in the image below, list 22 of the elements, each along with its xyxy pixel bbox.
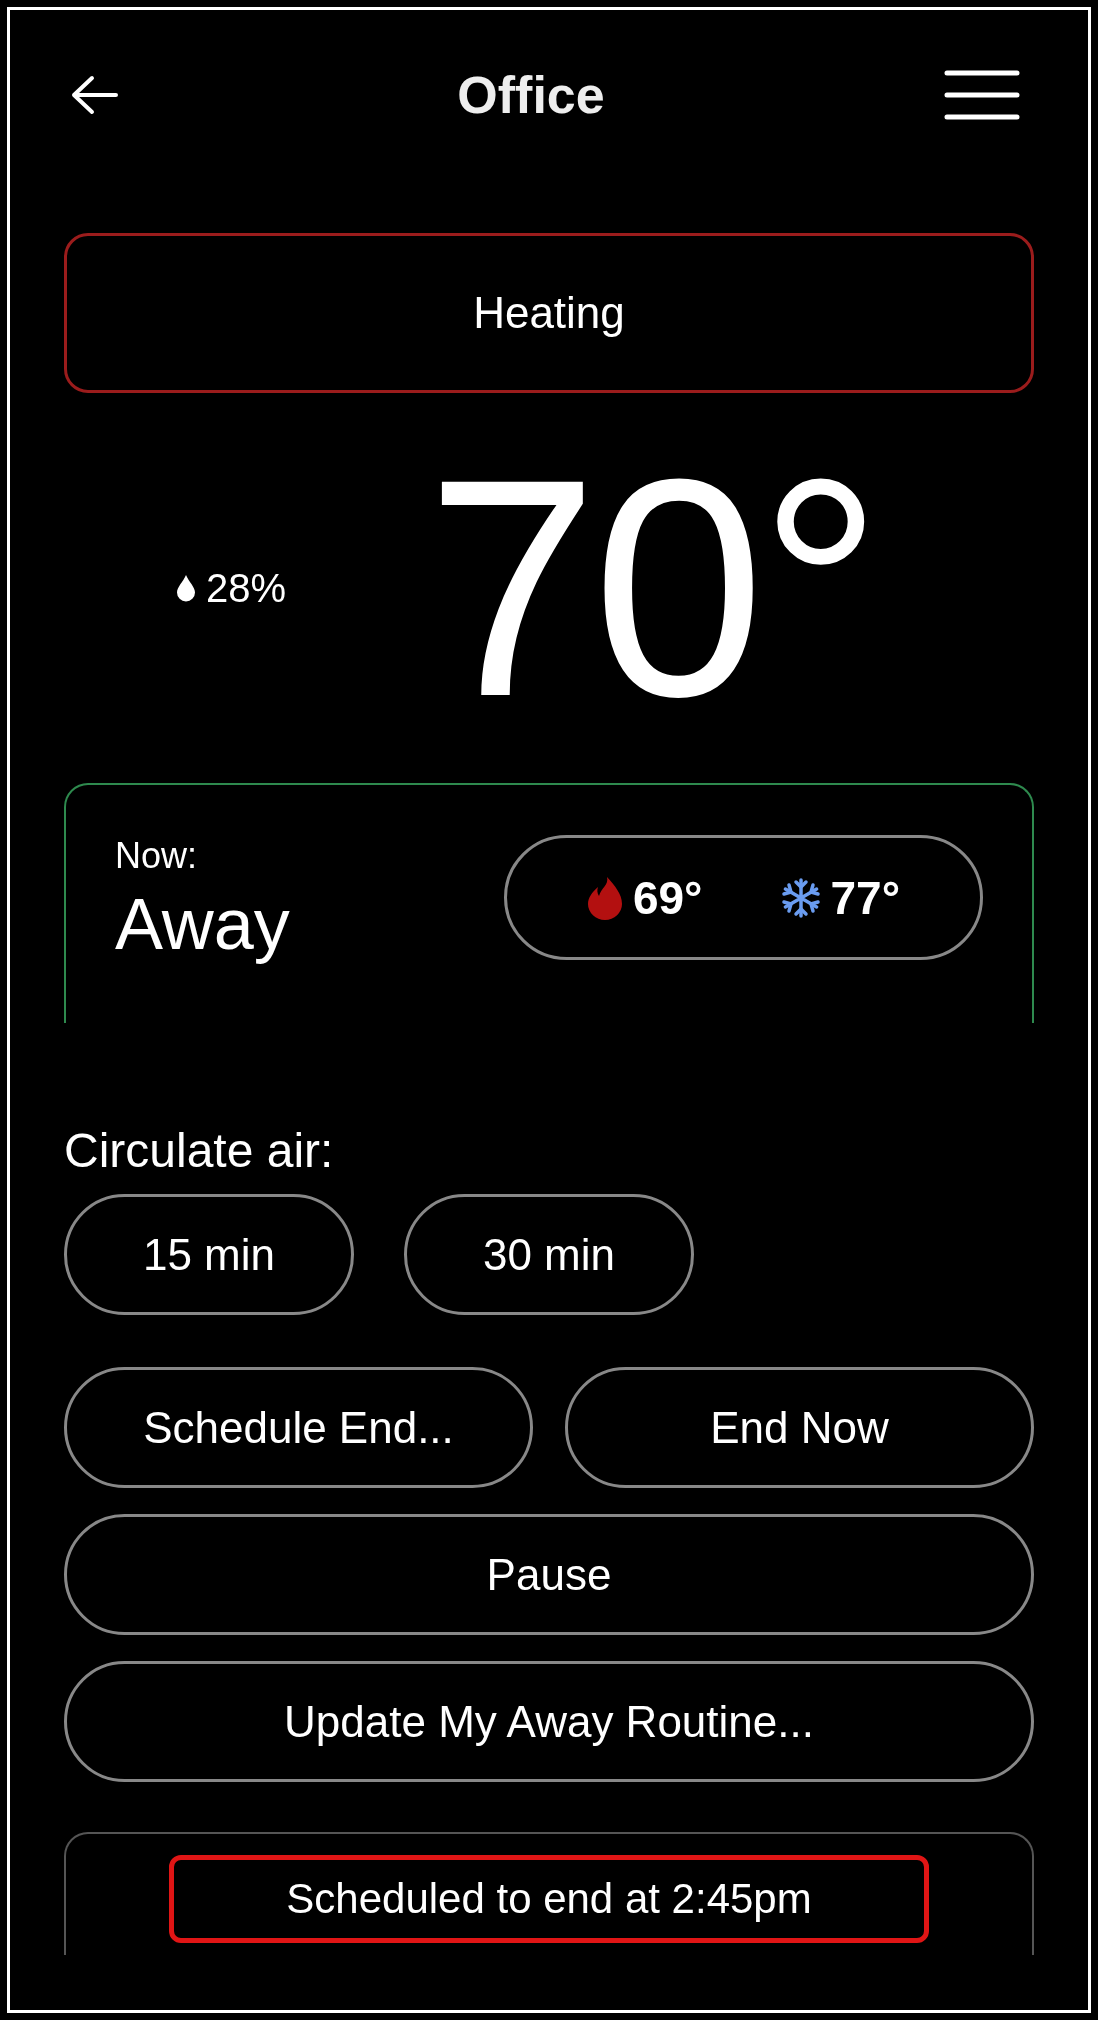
action-button[interactable]: Schedule End...: [64, 1367, 533, 1488]
mode-name: Away: [115, 883, 290, 965]
circulate-duration-button[interactable]: 30 min: [404, 1194, 694, 1315]
circulate-air-label: Circulate air:: [64, 1123, 335, 1178]
page-title: Office: [457, 65, 605, 125]
temperature-reading: 70°: [426, 433, 877, 743]
setpoint-pill[interactable]: 69° 77°: [504, 835, 983, 960]
back-arrow-icon[interactable]: [70, 75, 118, 115]
action-button[interactable]: End Now: [565, 1367, 1034, 1488]
mode-caption: Now:: [115, 835, 199, 877]
setpoint-value: 69°: [632, 870, 703, 925]
action-button[interactable]: Pause: [64, 1514, 1034, 1635]
snowflake-icon: [780, 877, 821, 918]
action-button[interactable]: Update My Away Routine...: [64, 1661, 1034, 1782]
setpoint-value: 77°: [830, 870, 901, 925]
menu-icon[interactable]: [944, 69, 1020, 121]
humidity-reading: 28%: [206, 565, 287, 611]
circulate-duration-button[interactable]: 15 min: [64, 1194, 354, 1315]
flame-icon: [586, 875, 623, 920]
water-drop-icon: [176, 574, 196, 602]
schedule-notice: Scheduled to end at 2:45pm: [169, 1855, 929, 1943]
status-banner: Heating: [64, 233, 1034, 393]
